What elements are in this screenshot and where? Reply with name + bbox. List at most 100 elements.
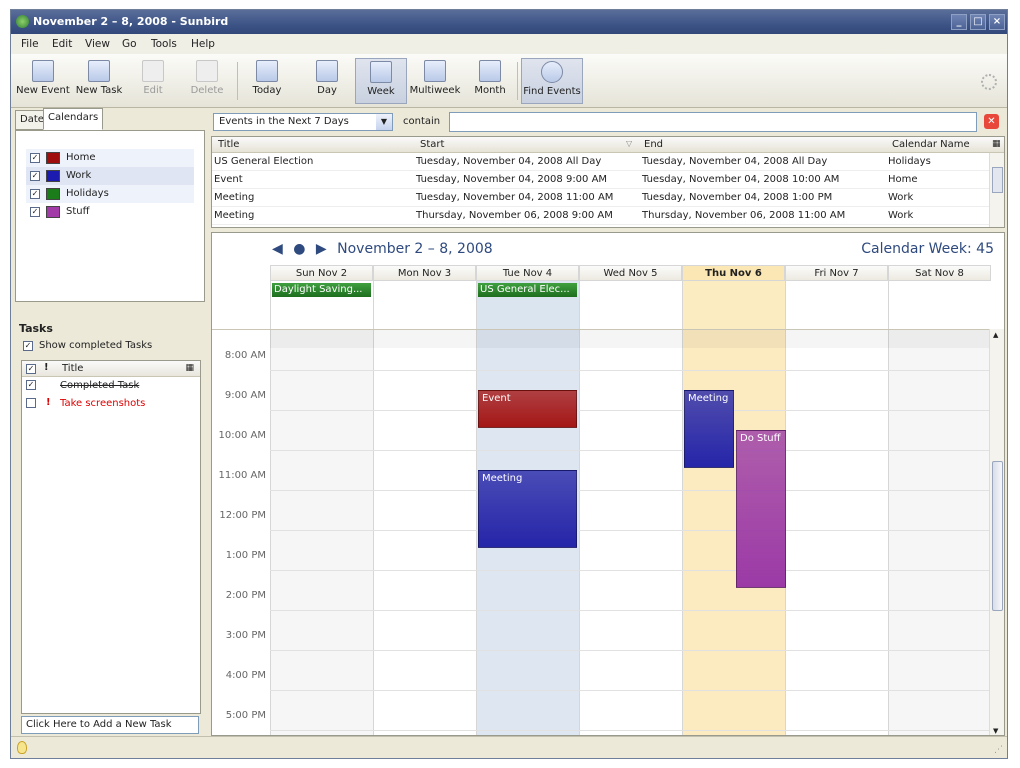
checkbox-icon[interactable]: ✓	[30, 189, 40, 199]
day-column[interactable]	[888, 330, 991, 735]
menu-go[interactable]: Go	[122, 38, 137, 50]
calendar-event[interactable]: Do Stuff	[736, 430, 786, 588]
task-row[interactable]: ! Take screenshots	[22, 395, 200, 413]
month-view-button[interactable]: Month	[469, 58, 511, 104]
event-list-row[interactable]: Meeting Thursday, November 06, 2008 9:00…	[212, 207, 990, 225]
scroll-up-icon[interactable]: ▲	[993, 331, 998, 339]
day-view-button[interactable]: Day	[307, 58, 347, 104]
calendar-item-work[interactable]: ✓ Work	[26, 167, 194, 185]
close-button[interactable]: ×	[989, 14, 1005, 30]
checkbox-icon[interactable]: ✓	[30, 171, 40, 181]
calendar-week-label: Calendar Week: 45	[861, 241, 994, 257]
sunbird-icon	[16, 15, 29, 28]
column-calendar-name[interactable]: Calendar Name	[892, 139, 970, 150]
activity-throbber-icon	[981, 74, 997, 90]
scrollbar-thumb[interactable]	[992, 461, 1003, 611]
previous-week-icon[interactable]: ◀	[272, 241, 283, 257]
calendar-event[interactable]: Meeting	[478, 470, 577, 548]
all-day-event[interactable]: US General Elec...	[478, 283, 577, 297]
chevron-down-icon[interactable]: ▼	[376, 114, 392, 130]
checkbox-icon[interactable]	[26, 398, 36, 408]
event-list-scrollbar[interactable]	[989, 153, 1004, 227]
new-task-input[interactable]: Click Here to Add a New Task	[21, 716, 199, 734]
menu-view[interactable]: View	[85, 38, 110, 50]
day-header[interactable]: Tue Nov 4	[476, 265, 579, 281]
edit-icon	[142, 60, 164, 82]
day-header[interactable]: Sat Nov 8	[888, 265, 991, 281]
all-day-event[interactable]: Daylight Saving...	[272, 283, 371, 297]
calendar-item-stuff[interactable]: ✓ Stuff	[26, 203, 194, 221]
hour-label: 11:00 AM	[218, 470, 266, 481]
tab-calendars[interactable]: Calendars	[43, 108, 104, 130]
column-end[interactable]: End	[644, 139, 663, 150]
all-day-cell[interactable]	[579, 281, 682, 329]
hour-label: 4:00 PM	[225, 670, 266, 681]
menu-file[interactable]: File	[21, 38, 39, 50]
month-view-icon	[479, 60, 501, 82]
new-task-button[interactable]: New Task	[73, 58, 125, 104]
clear-filter-icon[interactable]: ✕	[984, 114, 999, 129]
minimize-button[interactable]: _	[951, 14, 967, 30]
column-start[interactable]: Start	[420, 139, 444, 150]
all-day-cell[interactable]	[682, 281, 785, 329]
day-header[interactable]: Fri Nov 7	[785, 265, 888, 281]
today-dot-icon[interactable]: ●	[293, 241, 305, 257]
event-list-row[interactable]: US General Election Tuesday, November 04…	[212, 153, 990, 171]
week-view-button[interactable]: Week	[355, 58, 407, 104]
task-title-column[interactable]: Title	[62, 363, 83, 374]
day-column[interactable]	[579, 330, 682, 735]
calendar-event[interactable]: Event	[478, 390, 577, 428]
menu-edit[interactable]: Edit	[52, 38, 72, 50]
next-week-icon[interactable]: ▶	[316, 241, 327, 257]
hour-gridline	[270, 410, 990, 411]
calendar-color-swatch	[46, 206, 60, 218]
status-bar: ⋰	[11, 736, 1007, 758]
resize-grip-icon[interactable]: ⋰	[994, 745, 1003, 755]
title-bar[interactable]: November 2 – 8, 2008 - Sunbird _ □ ×	[11, 10, 1007, 34]
day-header[interactable]: Sun Nov 2	[270, 265, 373, 281]
scrollbar-thumb[interactable]	[992, 167, 1003, 193]
delete-button[interactable]: Delete	[185, 58, 229, 104]
day-column[interactable]	[373, 330, 476, 735]
menu-tools[interactable]: Tools	[151, 38, 177, 50]
find-events-button[interactable]: Find Events	[521, 58, 583, 104]
checkbox-icon[interactable]: ✓	[23, 341, 33, 351]
checkbox-icon[interactable]: ✓	[26, 380, 36, 390]
checkbox-icon[interactable]: ✓	[30, 153, 40, 163]
checkbox-icon[interactable]: ✓	[30, 207, 40, 217]
day-column[interactable]	[270, 330, 373, 735]
new-event-button[interactable]: New Event	[15, 58, 71, 104]
hour-label: 5:00 PM	[225, 710, 266, 721]
column-picker-icon[interactable]: ▦	[185, 363, 194, 373]
column-title[interactable]: Title	[218, 139, 239, 150]
show-completed-toggle[interactable]: ✓ Show completed Tasks	[23, 340, 152, 351]
menu-help[interactable]: Help	[191, 38, 215, 50]
time-grid-scrollbar[interactable]: ▲ ▼	[989, 329, 1004, 735]
hour-label: 12:00 PM	[219, 510, 266, 521]
checkbox-icon[interactable]: ✓	[26, 364, 36, 374]
event-list-row[interactable]: Event Tuesday, November 04, 2008 9:00 AM…	[212, 171, 990, 189]
new-task-icon	[88, 60, 110, 82]
scroll-down-icon[interactable]: ▼	[993, 727, 998, 735]
multiweek-view-button[interactable]: Multiweek	[409, 58, 461, 104]
day-header[interactable]: Thu Nov 6	[682, 265, 785, 281]
calendar-item-holidays[interactable]: ✓ Holidays	[26, 185, 194, 203]
all-day-cell[interactable]	[373, 281, 476, 329]
event-list-header: Title Start ▽ End Calendar Name ▦	[212, 137, 1004, 153]
calendar-event[interactable]: Meeting	[684, 390, 734, 468]
today-button[interactable]: Today	[245, 58, 289, 104]
edit-button[interactable]: Edit	[133, 58, 173, 104]
event-list-row[interactable]: Meeting Tuesday, November 04, 2008 11:00…	[212, 189, 990, 207]
day-header[interactable]: Wed Nov 5	[579, 265, 682, 281]
task-row[interactable]: ✓ Completed Task	[22, 377, 200, 395]
day-column[interactable]	[785, 330, 888, 735]
day-header[interactable]: Mon Nov 3	[373, 265, 476, 281]
search-input[interactable]	[449, 112, 977, 132]
all-day-cell[interactable]	[888, 281, 991, 329]
event-filter-select[interactable]: Events in the Next 7 Days ▼	[213, 113, 393, 131]
maximize-button[interactable]: □	[970, 14, 986, 30]
all-day-cell[interactable]	[785, 281, 888, 329]
column-picker-icon[interactable]: ▦	[992, 139, 1001, 149]
time-grid[interactable]: 8:00 AM 9:00 AM 10:00 AM 11:00 AM 12:00 PM 1:…	[212, 329, 992, 735]
calendar-item-home[interactable]: ✓ Home	[26, 149, 194, 167]
